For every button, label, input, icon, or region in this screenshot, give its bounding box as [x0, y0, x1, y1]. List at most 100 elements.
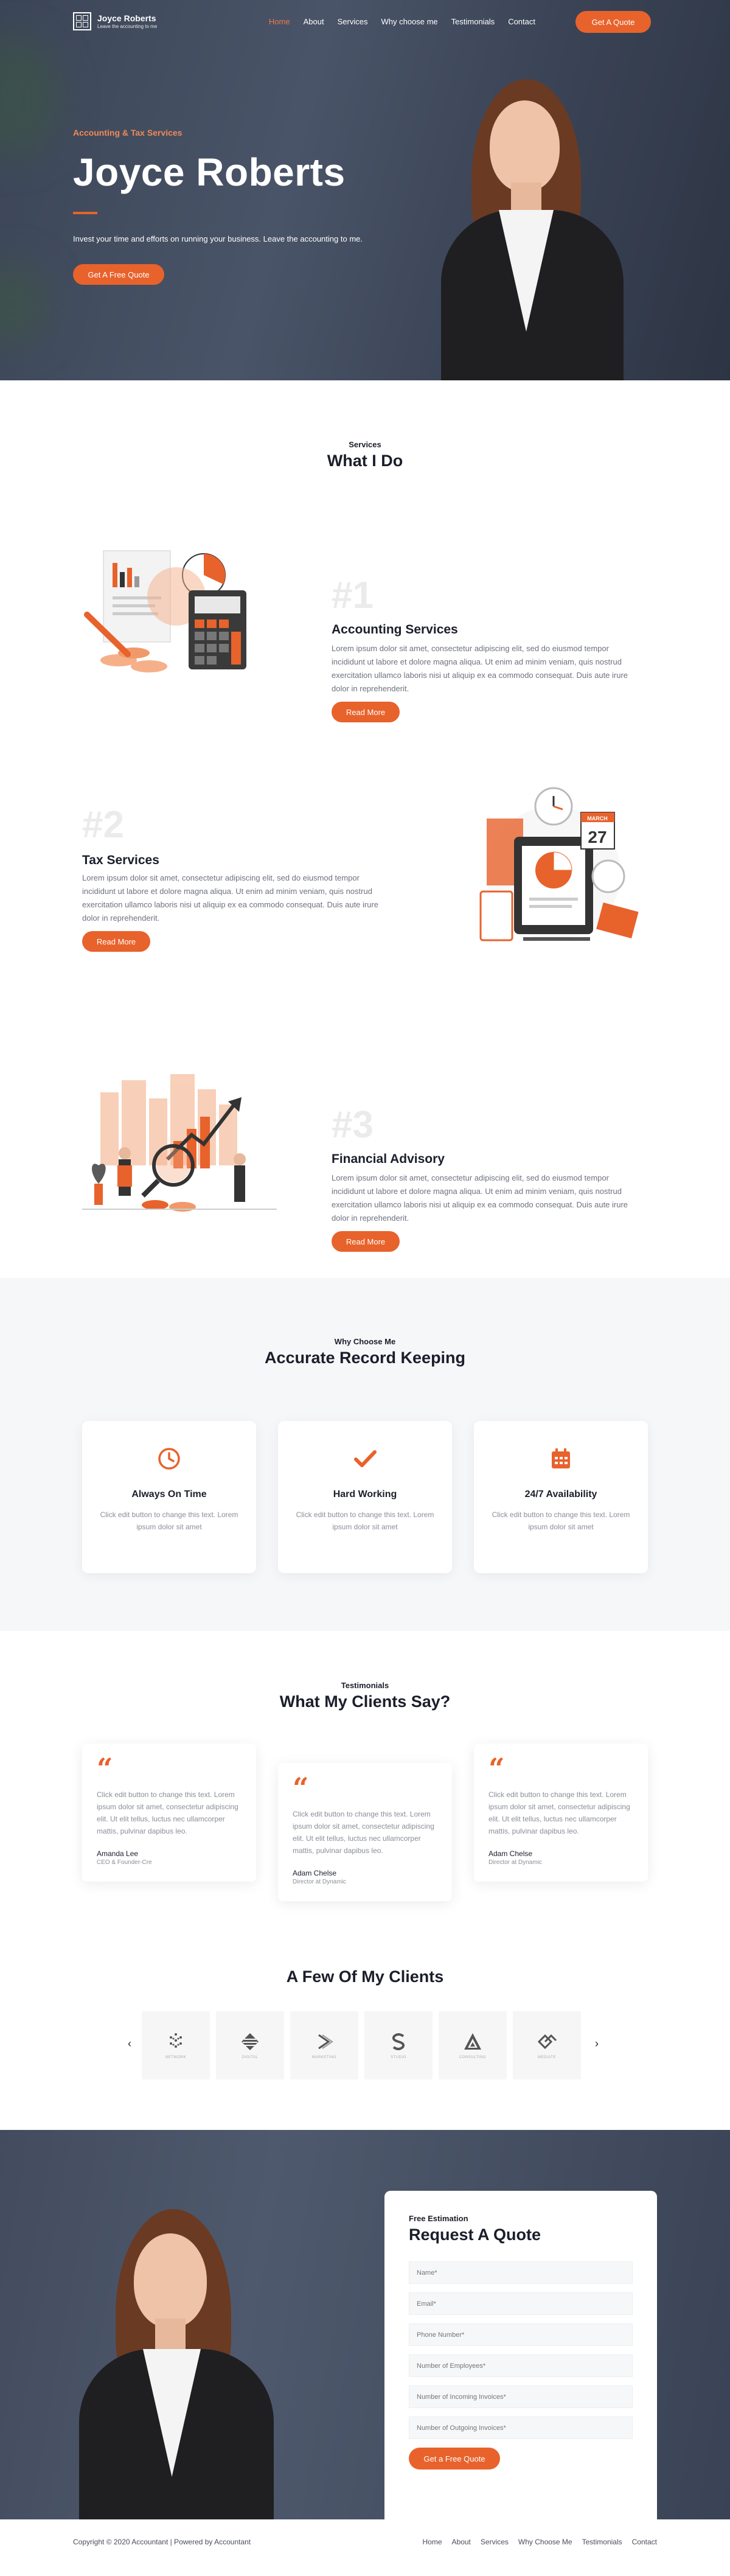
- feature-title: Hard Working: [333, 1489, 397, 1499]
- get-quote-button[interactable]: Get A Quote: [575, 11, 651, 33]
- phone-field[interactable]: [409, 2323, 633, 2346]
- footer-link-services[interactable]: Services: [481, 2538, 509, 2546]
- service-number: #3: [332, 1104, 374, 1146]
- name-field[interactable]: [409, 2261, 633, 2284]
- accounting-illustration: [84, 550, 246, 672]
- services-section: Services What I Do #1 Accounting Service…: [0, 380, 730, 1278]
- quote-eyebrow: Free Estimation: [409, 2214, 468, 2223]
- quote-icon: “: [488, 1752, 505, 1785]
- service-description: Lorem ipsum dolor sit amet, consectetur …: [332, 1173, 628, 1223]
- service-item-accounting: #1 Accounting Services Lorem ipsum dolor…: [0, 520, 730, 782]
- feature-title: 24/7 Availability: [524, 1489, 597, 1499]
- quote-form-card: Free Estimation Request A Quote Get a Fr…: [384, 2191, 657, 2519]
- brand-title: Joyce Roberts: [97, 13, 156, 23]
- client-logo[interactable]: MEDIATE: [513, 2011, 581, 2079]
- feature-card-availability: 24/7 Availability Click edit button to c…: [474, 1421, 648, 1573]
- testimonial-card: “ Click edit button to change this text.…: [82, 1744, 256, 1882]
- triangle-logo-icon: [464, 2033, 481, 2050]
- why-choose-me-section: Why Choose Me Accurate Record Keeping Al…: [0, 1278, 730, 1631]
- testimonial-card: “ Click edit button to change this text.…: [474, 1744, 648, 1882]
- checkmark-icon: [352, 1445, 378, 1472]
- free-quote-button[interactable]: Get A Free Quote: [73, 264, 164, 285]
- quote-title: Request A Quote: [409, 2225, 541, 2244]
- feature-card-on-time: Always On Time Click edit button to chan…: [82, 1421, 256, 1573]
- footer-link-testimonials[interactable]: Testimonials: [582, 2538, 622, 2546]
- testimonial-role: Director at Dynamic: [488, 1859, 542, 1866]
- why-title: Accurate Record Keeping: [264, 1349, 466, 1367]
- financial-illustration: [82, 1074, 277, 1212]
- arrows-logo-icon: [537, 2034, 557, 2050]
- clock-icon: [156, 1445, 182, 1472]
- service-item-tax: #2 Tax Services Lorem ipsum dolor sit am…: [0, 785, 730, 1047]
- testimonial-name: Adam Chelse: [293, 1869, 337, 1877]
- client-logo[interactable]: STUDIO: [364, 2011, 433, 2079]
- quote-icon: “: [293, 1771, 309, 1804]
- testimonial-text: Click edit button to change this text. L…: [293, 1810, 434, 1855]
- logo-grid-icon: [73, 12, 91, 30]
- footer-link-why-choose-me[interactable]: Why Choose Me: [518, 2538, 572, 2546]
- calendar-month: MARCH: [587, 815, 608, 822]
- nav-link-services[interactable]: Services: [338, 17, 368, 26]
- client-logo[interactable]: DIGITAL: [216, 2011, 284, 2079]
- feature-card-hard-working: Hard Working Click edit button to change…: [278, 1421, 452, 1573]
- hero-portrait: [429, 79, 660, 380]
- read-more-button[interactable]: Read More: [82, 931, 150, 952]
- testimonial-card: “ Click edit button to change this text.…: [278, 1763, 452, 1901]
- quote-portrait: [67, 2209, 298, 2519]
- service-title: Financial Advisory: [332, 1152, 445, 1166]
- service-number: #2: [82, 804, 124, 846]
- service-item-financial: #3 Financial Advisory Lorem ipsum dolor …: [0, 1050, 730, 1311]
- tax-illustration: MARCH 27: [479, 787, 639, 941]
- diamond-logo-icon: [242, 2033, 259, 2050]
- service-description: Lorem ipsum dolor sit amet, consectetur …: [332, 644, 628, 693]
- hero-divider: [73, 212, 97, 214]
- feature-description: Click edit button to change this text. L…: [492, 1510, 630, 1531]
- testimonials-section: Testimonials What My Clients Say? “ Clic…: [0, 1631, 730, 2130]
- read-more-button[interactable]: Read More: [332, 1231, 400, 1252]
- testimonial-text: Click edit button to change this text. L…: [97, 1790, 238, 1835]
- employees-field[interactable]: [409, 2354, 633, 2377]
- hero-section: Joyce Roberts Leave the accounting to me…: [0, 0, 730, 380]
- testimonials-eyebrow: Testimonials: [341, 1681, 389, 1690]
- incoming-invoices-field[interactable]: [409, 2386, 633, 2408]
- nav-link-contact[interactable]: Contact: [508, 17, 535, 26]
- feature-description: Click edit button to change this text. L…: [296, 1510, 434, 1531]
- brand-tagline: Leave the accounting to me: [97, 24, 158, 29]
- outgoing-invoices-field[interactable]: [409, 2417, 633, 2439]
- client-logo[interactable]: NETWORK: [142, 2011, 210, 2079]
- services-title: What I Do: [327, 452, 403, 470]
- testimonial-text: Click edit button to change this text. L…: [488, 1790, 630, 1835]
- why-eyebrow: Why Choose Me: [334, 1337, 396, 1346]
- testimonials-title: What My Clients Say?: [279, 1692, 451, 1711]
- services-eyebrow: Services: [349, 440, 381, 449]
- feature-title: Always On Time: [131, 1489, 207, 1499]
- brand-logo[interactable]: Joyce Roberts Leave the accounting to me: [73, 12, 157, 30]
- nav-link-testimonials[interactable]: Testimonials: [451, 17, 495, 26]
- service-description: Lorem ipsum dolor sit amet, consectetur …: [82, 873, 379, 923]
- nav-link-home[interactable]: Home: [269, 17, 290, 26]
- service-title: Tax Services: [82, 853, 159, 867]
- nav-link-why-choose-me[interactable]: Why choose me: [381, 17, 437, 26]
- submit-quote-button[interactable]: Get a Free Quote: [409, 2448, 500, 2470]
- feature-description: Click edit button to change this text. L…: [100, 1510, 238, 1531]
- hero-title: Joyce Roberts: [73, 150, 346, 194]
- calendar-day: 27: [588, 828, 607, 846]
- footer-link-about[interactable]: About: [452, 2538, 471, 2546]
- service-title: Accounting Services: [332, 623, 458, 637]
- quote-section: Free Estimation Request A Quote Get a Fr…: [0, 2130, 730, 2519]
- email-field[interactable]: [409, 2292, 633, 2315]
- testimonial-name: Amanda Lee: [97, 1849, 139, 1858]
- calendar-icon: [548, 1445, 574, 1472]
- read-more-button[interactable]: Read More: [332, 702, 400, 722]
- client-logo[interactable]: CONSULTING: [439, 2011, 507, 2079]
- carousel-next-icon[interactable]: ›: [595, 2037, 599, 2050]
- footer-link-home[interactable]: Home: [423, 2538, 442, 2546]
- client-logo[interactable]: MARKETING: [290, 2011, 358, 2079]
- copyright-text: Copyright © 2020 Accountant | Powered by…: [73, 2537, 251, 2546]
- top-nav: Joyce Roberts Leave the accounting to me…: [0, 0, 730, 44]
- footer-link-contact[interactable]: Contact: [632, 2538, 657, 2546]
- nav-link-about[interactable]: About: [304, 17, 324, 26]
- carousel-prev-icon[interactable]: ‹: [128, 2037, 131, 2050]
- clients-title: A Few Of My Clients: [286, 1967, 444, 1986]
- testimonial-name: Adam Chelse: [488, 1849, 533, 1858]
